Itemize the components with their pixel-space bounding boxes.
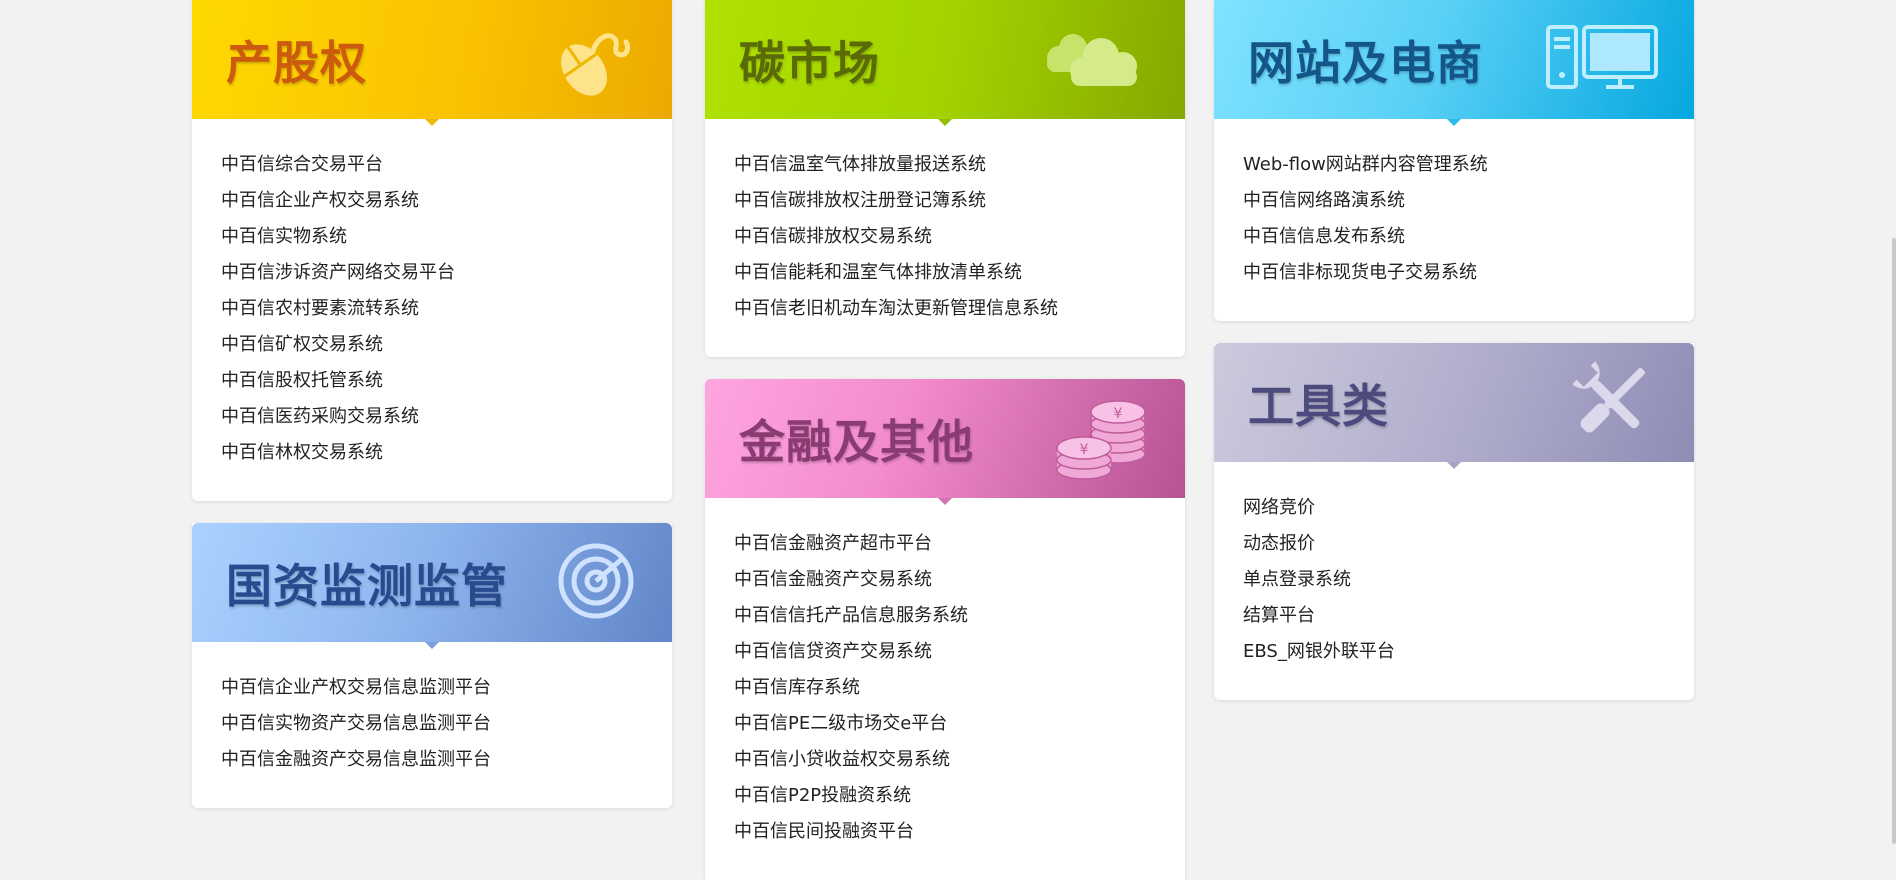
- card-tools: 工具类 网络竞价 动态报价 单点登录系统 结算平台 EBS_网银外联平台: [1214, 343, 1694, 700]
- computer-icon: [1546, 24, 1658, 95]
- list-item[interactable]: 中百信民间投融资平台: [734, 814, 1156, 850]
- list-item[interactable]: 中百信碳排放权注册登记簿系统: [734, 183, 1156, 219]
- card-header: 国资监测监管: [192, 523, 672, 649]
- list-item[interactable]: 中百信能耗和温室气体排放清单系统: [734, 255, 1156, 291]
- card-header: 碳市场: [705, 0, 1185, 126]
- list-item[interactable]: 中百信金融资产交易信息监测平台: [221, 742, 643, 778]
- list-item[interactable]: 网络竞价: [1243, 490, 1665, 526]
- link-list: 中百信综合交易平台 中百信企业产权交易系统 中百信实物系统 中百信涉诉资产网络交…: [192, 119, 672, 501]
- cloud-icon: [1037, 28, 1149, 92]
- list-item[interactable]: 中百信金融资产交易系统: [734, 562, 1156, 598]
- list-item[interactable]: 中百信温室气体排放量报送系统: [734, 147, 1156, 183]
- list-item[interactable]: 中百信综合交易平台: [221, 147, 643, 183]
- card-finance-other: 金融及其他 ¥ ¥ 中百信金融资产超市平台 中百信金融资产交易系统 中百信信托产…: [705, 379, 1185, 880]
- card-header: 金融及其他 ¥ ¥: [705, 379, 1185, 505]
- list-item[interactable]: 中百信老旧机动车淘汰更新管理信息系统: [734, 291, 1156, 327]
- card-title: 工具类: [1248, 378, 1389, 433]
- card-website-ecommerce: 网站及电商 Web-flow网站群内容管理系统 中百信网络路演系统 中百信信息发…: [1214, 0, 1694, 321]
- card-title: 产股权: [226, 35, 367, 90]
- card-carbon-market: 碳市场 中百信温室气体排放量报送系统 中百信碳排放权注册登记簿系统 中百信碳排放: [705, 0, 1185, 357]
- page-scrollbar[interactable]: [1892, 238, 1896, 844]
- yen-symbol: ¥: [1080, 442, 1089, 458]
- list-item[interactable]: 动态报价: [1243, 526, 1665, 562]
- list-item[interactable]: 中百信小贷收益权交易系统: [734, 742, 1156, 778]
- list-item[interactable]: Web-flow网站群内容管理系统: [1243, 147, 1665, 183]
- list-item[interactable]: 单点登录系统: [1243, 562, 1665, 598]
- card-header: 工具类: [1214, 343, 1694, 469]
- card-property-rights: 产股权 中百信综合交易平台 中百信企业产权交易系统 中百信实物系统 中百信涉诉资…: [192, 0, 672, 501]
- list-item[interactable]: 中百信PE二级市场交e平台: [734, 706, 1156, 742]
- card-title: 网站及电商: [1248, 35, 1483, 90]
- card-header: 产股权: [192, 0, 672, 126]
- link-list: 中百信金融资产超市平台 中百信金融资产交易系统 中百信信托产品信息服务系统 中百…: [705, 498, 1185, 880]
- list-item[interactable]: 结算平台: [1243, 598, 1665, 634]
- list-item[interactable]: EBS_网银外联平台: [1243, 634, 1665, 670]
- header-pointer: [425, 642, 439, 649]
- list-item[interactable]: 中百信企业产权交易信息监测平台: [221, 670, 643, 706]
- coins-icon: ¥ ¥: [1053, 392, 1149, 486]
- card-title: 金融及其他: [739, 414, 974, 469]
- list-item[interactable]: 中百信P2P投融资系统: [734, 778, 1156, 814]
- list-item[interactable]: 中百信信贷资产交易系统: [734, 634, 1156, 670]
- card-title: 碳市场: [739, 35, 880, 90]
- card-title: 国资监测监管: [226, 558, 508, 613]
- list-item[interactable]: 中百信信托产品信息服务系统: [734, 598, 1156, 634]
- list-item[interactable]: 中百信实物系统: [221, 219, 643, 255]
- list-item[interactable]: 中百信库存系统: [734, 670, 1156, 706]
- link-list: Web-flow网站群内容管理系统 中百信网络路演系统 中百信信息发布系统 中百…: [1214, 119, 1694, 321]
- list-item[interactable]: 中百信矿权交易系统: [221, 327, 643, 363]
- list-item[interactable]: 中百信非标现货电子交易系统: [1243, 255, 1665, 291]
- mouse-icon: [546, 18, 636, 102]
- card-state-asset-monitoring: 国资监测监管 中百信企业产权交易信息监测平台 中百信实物资产交易信息监测平台 中…: [192, 523, 672, 808]
- list-item[interactable]: 中百信网络路演系统: [1243, 183, 1665, 219]
- list-item[interactable]: 中百信实物资产交易信息监测平台: [221, 706, 643, 742]
- list-item[interactable]: 中百信林权交易系统: [221, 435, 643, 471]
- link-list: 中百信企业产权交易信息监测平台 中百信实物资产交易信息监测平台 中百信金融资产交…: [192, 642, 672, 808]
- list-item[interactable]: 中百信医药采购交易系统: [221, 399, 643, 435]
- list-item[interactable]: 中百信企业产权交易系统: [221, 183, 643, 219]
- list-item[interactable]: 中百信农村要素流转系统: [221, 291, 643, 327]
- header-pointer: [425, 119, 439, 126]
- header-pointer: [1447, 462, 1461, 469]
- list-item[interactable]: 中百信股权托管系统: [221, 363, 643, 399]
- target-icon: [556, 541, 636, 625]
- card-header: 网站及电商: [1214, 0, 1694, 126]
- link-list: 中百信温室气体排放量报送系统 中百信碳排放权注册登记簿系统 中百信碳排放权交易系…: [705, 119, 1185, 357]
- yen-symbol: ¥: [1114, 406, 1123, 422]
- list-item[interactable]: 中百信金融资产超市平台: [734, 526, 1156, 562]
- header-pointer: [938, 119, 952, 126]
- header-pointer: [938, 498, 952, 505]
- link-list: 网络竞价 动态报价 单点登录系统 结算平台 EBS_网银外联平台: [1214, 462, 1694, 700]
- list-item[interactable]: 中百信信息发布系统: [1243, 219, 1665, 255]
- header-pointer: [1447, 119, 1461, 126]
- list-item[interactable]: 中百信涉诉资产网络交易平台: [221, 255, 643, 291]
- tools-icon: [1566, 355, 1658, 451]
- list-item[interactable]: 中百信碳排放权交易系统: [734, 219, 1156, 255]
